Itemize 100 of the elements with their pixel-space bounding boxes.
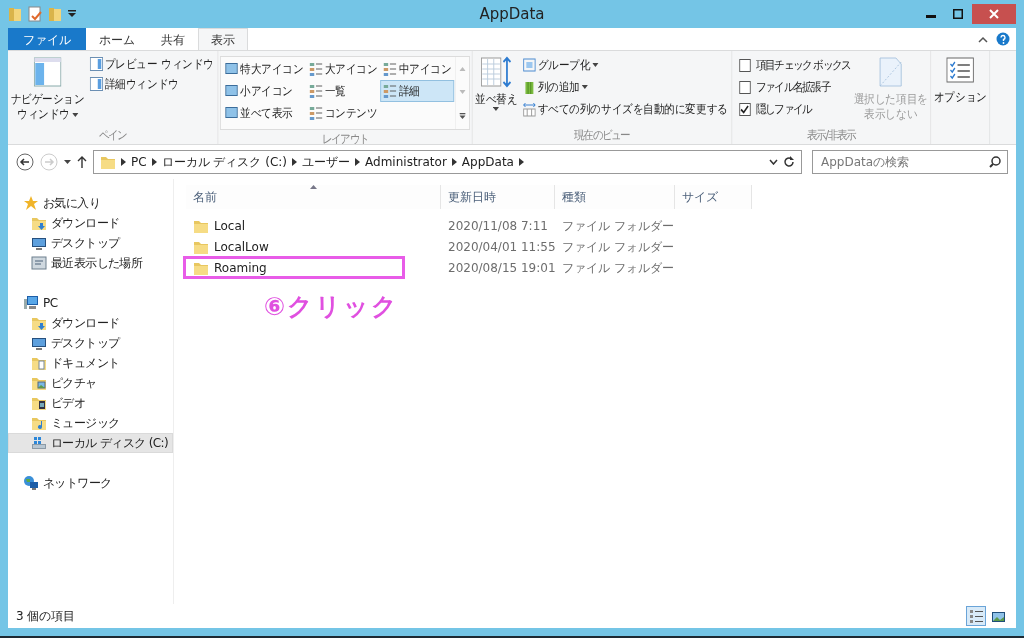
pictures-folder-icon	[31, 375, 47, 391]
breadcrumb-link[interactable]: ローカル ディスク (C:)	[161, 153, 288, 171]
details-view-button[interactable]	[966, 606, 986, 626]
small-icons-icon	[224, 83, 239, 99]
nav-item[interactable]: デスクトップ	[8, 333, 173, 353]
star-icon	[23, 195, 39, 211]
table-cell-text: ファイル フォルダー	[561, 238, 675, 256]
nav-item[interactable]: ミュージック	[8, 413, 173, 433]
nav-item[interactable]: PC	[8, 293, 173, 313]
back-icon[interactable]	[16, 153, 34, 171]
layout-option[interactable]: 詳細	[380, 80, 454, 102]
layout-option[interactable]: 小アイコン	[221, 80, 307, 102]
table-cell-text: ファイル フォルダー	[561, 259, 675, 277]
caret-icon	[71, 112, 78, 117]
medium-icons-icon	[382, 61, 397, 77]
nav-item[interactable]: ピクチャ	[8, 373, 173, 393]
chevron-icon	[451, 158, 457, 166]
ribbon-tab[interactable]: 表示	[198, 28, 248, 50]
caret-icon	[493, 107, 500, 111]
checkbox-label: ファイル名拡張子	[755, 79, 830, 96]
properties-icon[interactable]	[28, 6, 42, 22]
nav-item[interactable]: デスクトップ	[8, 233, 173, 253]
pane-button[interactable]: プレビュー ウィンドウ	[88, 54, 216, 74]
help-icon[interactable]	[996, 32, 1010, 46]
table-cell[interactable]: Local	[186, 216, 246, 235]
pane-button[interactable]: 詳細ウィンドウ	[88, 74, 181, 94]
music-folder-icon	[31, 415, 47, 431]
nav-item[interactable]: ビデオ	[8, 393, 173, 413]
breadcrumb-link[interactable]: ユーザー	[302, 153, 351, 171]
details-pane-icon	[89, 77, 104, 91]
table-cell[interactable]: LocalLow	[186, 237, 269, 256]
computer-icon	[23, 295, 39, 311]
navigation-pane-button[interactable]: ナビゲーション ウィンドウ	[9, 54, 86, 126]
nav-item[interactable]: ローカル ディスク (C:)	[8, 433, 173, 453]
layout-option[interactable]: 一覧	[306, 80, 381, 102]
folder-icon	[8, 6, 22, 22]
collapse-ribbon-icon[interactable]	[978, 35, 988, 43]
current-view-button[interactable]: グループ化	[520, 54, 601, 76]
list-view-icon	[308, 83, 323, 99]
nav-item[interactable]: 最近表示した場所	[8, 253, 173, 273]
add-columns-icon	[522, 79, 536, 95]
layout-option[interactable]: 並べて表示	[221, 102, 307, 124]
breadcrumb-link[interactable]: Administrator	[365, 153, 447, 171]
monitor-icon	[31, 235, 47, 251]
layout-option[interactable]: 中アイコン	[380, 58, 454, 80]
navigation-pane-icon	[33, 56, 62, 88]
nav-item[interactable]: ダウンロード	[8, 313, 173, 333]
dropdown-chevron-icon[interactable]	[769, 159, 778, 165]
more-layouts-icon[interactable]	[459, 113, 466, 120]
group-label: ペイン	[97, 127, 128, 144]
checkbox-label: 項目チェック ボックス	[755, 57, 851, 74]
item-count: 3 個の項目	[16, 608, 76, 625]
chevron-icon	[121, 158, 126, 166]
nav-item[interactable]: ネットワーク	[8, 473, 173, 493]
close-button[interactable]	[972, 4, 1016, 24]
checkbox[interactable]	[739, 80, 751, 94]
videos-folder-icon	[31, 395, 47, 411]
group-label: 表示/非表示	[806, 127, 857, 144]
chevron-icon	[151, 158, 157, 166]
drive-icon	[31, 435, 47, 451]
breadcrumb-link[interactable]: AppData	[461, 153, 514, 171]
nav-item[interactable]: ドキュメント	[8, 353, 173, 373]
details-view-icon	[968, 608, 984, 624]
close-icon	[989, 9, 999, 19]
options-button[interactable]: オプション	[933, 54, 988, 126]
layout-option[interactable]: 特大アイコン	[221, 58, 307, 80]
search-icon	[989, 156, 1001, 168]
table-cell-text: 2020/11/08 7:11	[447, 217, 549, 235]
chevron-icon	[292, 158, 298, 166]
refresh-icon[interactable]	[783, 156, 795, 168]
preview-pane-icon	[89, 57, 104, 71]
current-view-button[interactable]: すべての列のサイズを自動的に変更する	[520, 98, 730, 120]
group-by-icon	[522, 57, 536, 73]
sort-by-button[interactable]: 並べ替え	[474, 54, 519, 126]
chevron-icon	[518, 158, 524, 166]
group-label: 現在のビュー	[573, 127, 631, 144]
ribbon-tab[interactable]: 共有	[148, 28, 198, 50]
layout-option[interactable]: 大アイコン	[306, 58, 381, 80]
nav-item[interactable]: お気に入り	[8, 193, 173, 213]
size-columns-icon	[522, 101, 536, 117]
checkbox[interactable]	[739, 102, 751, 116]
annotation-text: ⑥クリック	[264, 291, 401, 323]
checkmark-icon	[740, 104, 750, 114]
window-title: AppData	[479, 4, 545, 23]
checkbox[interactable]	[739, 58, 751, 72]
ribbon-tab[interactable]: ホーム	[86, 28, 148, 50]
file-menu-tab[interactable]: ファイル	[8, 28, 86, 50]
extra-large-icons-icon	[224, 61, 239, 77]
table-cell[interactable]: Roaming	[186, 258, 267, 277]
address-bar[interactable]: PC ローカル ディスク (C:) ユーザー Administrator AppData	[93, 150, 802, 174]
customize-dropdown-icon[interactable]	[68, 10, 76, 18]
up-arrow-icon[interactable]	[77, 156, 87, 168]
recent-locations-icon	[64, 160, 71, 164]
search-field[interactable]: AppDataの検索	[812, 150, 1008, 174]
current-view-button[interactable]: 列の追加	[520, 76, 590, 98]
nav-item[interactable]: ダウンロード	[8, 213, 173, 233]
layout-option[interactable]: コンテンツ	[306, 102, 381, 124]
chevron-icon	[355, 158, 361, 166]
breadcrumb-link[interactable]: PC	[131, 153, 147, 171]
hide-items-icon	[878, 56, 904, 88]
